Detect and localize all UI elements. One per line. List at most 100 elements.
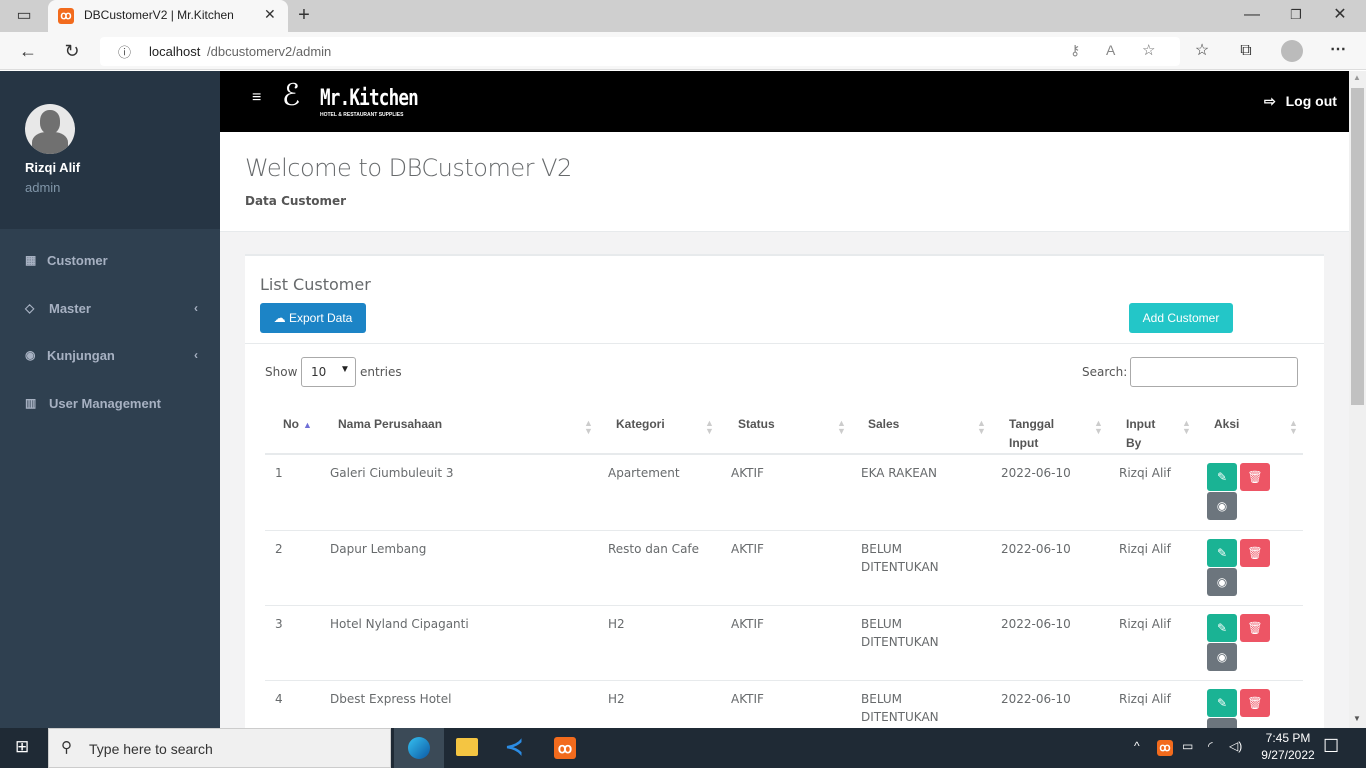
- sort-icon[interactable]: ▲ ▼: [1289, 419, 1298, 436]
- logo[interactable]: ℰ Mr.Kitchen HOTEL & RESTAURANT SUPPLIES: [280, 76, 419, 126]
- column-header-input-by[interactable]: Input By: [1126, 415, 1171, 453]
- edit-button[interactable]: ✎: [1207, 463, 1237, 491]
- column-header-sales[interactable]: Sales: [868, 415, 899, 434]
- favorites-icon[interactable]: ☆: [1192, 41, 1212, 61]
- column-header-no[interactable]: No ▲: [283, 415, 312, 435]
- column-header-aksi[interactable]: Aksi: [1214, 415, 1239, 434]
- page-scrollbar[interactable]: ▲ ▼: [1349, 71, 1366, 728]
- minimize-icon[interactable]: —: [1242, 5, 1262, 25]
- view-button[interactable]: ◉: [1207, 492, 1237, 520]
- file-explorer-icon[interactable]: [456, 738, 478, 756]
- url-host: localhost: [149, 44, 201, 59]
- sales: BELUM DITENTUKAN: [861, 617, 939, 649]
- sales: BELUM DITENTUKAN: [861, 542, 939, 574]
- info-icon[interactable]: ⓘ: [118, 42, 131, 61]
- trash-icon: 🗑: [1247, 621, 1263, 635]
- column-header-status[interactable]: Status: [738, 415, 775, 434]
- clock-date[interactable]: 9/27/2022: [1253, 748, 1323, 762]
- more-menu-icon[interactable]: ⋯: [1328, 40, 1348, 60]
- close-window-icon[interactable]: ✕: [1330, 5, 1350, 25]
- sort-icon[interactable]: ▲ ▼: [705, 419, 714, 436]
- search-input[interactable]: [1130, 357, 1298, 387]
- avatar[interactable]: [25, 104, 75, 154]
- tab-actions-icon[interactable]: ▭: [14, 6, 34, 26]
- edit-icon: ✎: [1216, 546, 1228, 560]
- user-name[interactable]: Rizqi Alif: [25, 160, 80, 175]
- view-button[interactable]: ◉: [1207, 643, 1237, 671]
- taskbar-search-input[interactable]: ⚲ Type here to search: [48, 728, 391, 768]
- trash-icon: 🗑: [1247, 546, 1263, 560]
- sort-icon[interactable]: ▲ ▼: [1094, 419, 1103, 436]
- key-icon[interactable]: ⚷: [1070, 42, 1080, 59]
- row-divider: [265, 605, 1303, 606]
- sidebar-profile: Rizqi Alif admin: [0, 71, 220, 229]
- logout-label: Log out: [1285, 93, 1337, 109]
- profile-avatar-icon[interactable]: [1281, 40, 1303, 62]
- notifications-icon[interactable]: ☐: [1323, 736, 1339, 757]
- edit-button[interactable]: ✎: [1207, 539, 1237, 567]
- hamburger-menu-icon[interactable]: ≡: [252, 89, 261, 107]
- company-name: Galeri Ciumbuleuit 3: [330, 466, 454, 480]
- add-customer-button[interactable]: Add Customer: [1129, 303, 1233, 333]
- windows-start-icon[interactable]: ⊞: [15, 737, 29, 757]
- sort-icon[interactable]: ▲ ▼: [584, 419, 593, 436]
- edge-taskbar-icon[interactable]: [394, 728, 444, 768]
- column-header-tanggal[interactable]: Tanggal Input: [1009, 415, 1079, 453]
- entries-select[interactable]: 10 ▼: [301, 357, 356, 387]
- edit-button[interactable]: ✎: [1207, 614, 1237, 642]
- eye-icon: ◉: [1216, 575, 1228, 589]
- xampp-tray-icon[interactable]: ꝏ: [1157, 740, 1173, 756]
- row-no: 4: [275, 692, 283, 706]
- windows-taskbar: ⊞ ⚲ Type here to search ≺ ꝏ ^ ꝏ ▭ ◜ ◁) 7…: [0, 728, 1366, 768]
- input-date: 2022-06-10: [1001, 692, 1071, 706]
- diamond-icon: ◇: [25, 301, 35, 315]
- close-tab-icon[interactable]: ✕: [264, 6, 276, 23]
- volume-icon[interactable]: ◁): [1229, 739, 1242, 753]
- delete-button[interactable]: 🗑: [1240, 463, 1270, 491]
- view-button[interactable]: ◉: [1207, 568, 1237, 596]
- new-tab-icon[interactable]: +: [294, 5, 314, 25]
- column-header-nama[interactable]: Nama Perusahaan: [338, 415, 442, 434]
- status: AKTIF: [731, 542, 764, 556]
- show-hidden-icons-icon[interactable]: ^: [1134, 739, 1140, 753]
- xampp-taskbar-icon[interactable]: ꝏ: [554, 737, 576, 759]
- column-header-kategori[interactable]: Kategori: [616, 415, 665, 434]
- taskbar-search-placeholder: Type here to search: [89, 741, 213, 757]
- battery-icon[interactable]: ▭: [1182, 739, 1193, 753]
- read-aloud-icon[interactable]: A: [1106, 42, 1115, 58]
- search-label: Search:: [1082, 365, 1128, 379]
- logout-link[interactable]: ⇨ Log out: [1264, 93, 1337, 110]
- entries-value: 10: [311, 365, 327, 379]
- restore-icon[interactable]: ❐: [1286, 5, 1306, 25]
- eye-icon: ◉: [25, 348, 36, 362]
- divider: [245, 343, 1324, 344]
- refresh-icon[interactable]: ↻: [60, 41, 84, 61]
- sidebar-item-customer[interactable]: ▦ Customer: [0, 241, 220, 281]
- sidebar-item-master[interactable]: ◇ Master ‹: [0, 289, 220, 329]
- sidebar-item-user-management[interactable]: ▥ User Management: [0, 384, 220, 424]
- breadcrumb[interactable]: Data Customer: [245, 194, 346, 208]
- scroll-up-icon: ▲: [1353, 73, 1361, 82]
- add-favorite-icon[interactable]: ☆: [1142, 41, 1155, 59]
- back-icon[interactable]: ←: [16, 41, 40, 61]
- export-data-button[interactable]: ☁ Export Data: [260, 303, 366, 333]
- category: H2: [608, 692, 625, 706]
- vscode-icon[interactable]: ≺: [505, 734, 523, 760]
- sidebar-item-label: User Management: [49, 396, 161, 411]
- clock-time[interactable]: 7:45 PM: [1258, 731, 1318, 745]
- delete-button[interactable]: 🗑: [1240, 689, 1270, 717]
- sort-icon[interactable]: ▲ ▼: [837, 419, 846, 436]
- company-name: Hotel Nyland Cipaganti: [330, 617, 469, 631]
- search-icon: ⚲: [61, 739, 72, 756]
- wifi-icon[interactable]: ◜: [1208, 739, 1213, 753]
- edit-button[interactable]: ✎: [1207, 689, 1237, 717]
- collections-icon[interactable]: ⧉: [1236, 41, 1256, 61]
- sidebar-item-kunjungan[interactable]: ◉ Kunjungan ‹: [0, 336, 220, 376]
- scrollbar-thumb[interactable]: [1351, 88, 1364, 405]
- delete-button[interactable]: 🗑: [1240, 539, 1270, 567]
- browser-tab[interactable]: ꝏ DBCustomerV2 | Mr.Kitchen ✕: [48, 0, 288, 32]
- sort-icon[interactable]: ▲ ▼: [977, 419, 986, 436]
- delete-button[interactable]: 🗑: [1240, 614, 1270, 642]
- url-input[interactable]: ⓘ localhost /dbcustomerv2/admin ⚷ A ☆: [100, 37, 1180, 66]
- sort-icon[interactable]: ▲ ▼: [1182, 419, 1191, 436]
